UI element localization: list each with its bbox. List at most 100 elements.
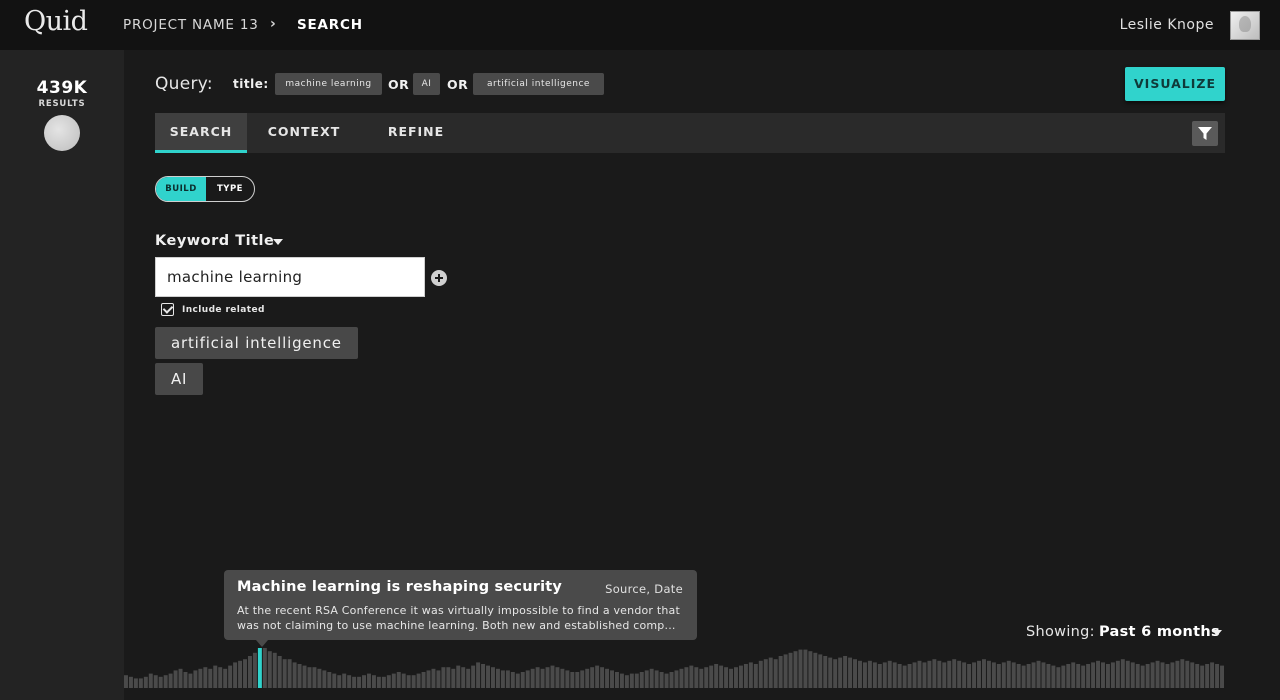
quid-logo[interactable]: Quid <box>24 6 88 37</box>
histogram-bar[interactable] <box>981 659 986 688</box>
histogram-bar[interactable] <box>282 659 287 688</box>
histogram-bar[interactable] <box>907 664 912 688</box>
histogram-bar[interactable] <box>912 662 917 688</box>
timeline-histogram[interactable] <box>124 640 1225 690</box>
histogram-bar[interactable] <box>456 665 461 688</box>
histogram-bar[interactable] <box>743 664 748 688</box>
histogram-bar[interactable] <box>461 667 466 688</box>
histogram-bar[interactable] <box>218 667 223 688</box>
histogram-bar[interactable] <box>947 660 952 688</box>
histogram-bar[interactable] <box>674 670 679 688</box>
histogram-bar[interactable] <box>610 670 614 688</box>
histogram-bar[interactable] <box>1091 662 1096 688</box>
histogram-bar[interactable] <box>629 673 634 688</box>
tooltip-title[interactable]: Machine learning is reshaping security <box>237 579 562 595</box>
histogram-bar[interactable] <box>897 664 902 688</box>
histogram-bar[interactable] <box>367 673 371 688</box>
histogram-bar[interactable] <box>877 664 882 688</box>
histogram-bar[interactable] <box>853 659 857 688</box>
histogram-bar[interactable] <box>247 656 252 688</box>
tab-refine[interactable]: REFINE <box>373 113 459 153</box>
histogram-bar[interactable] <box>332 673 337 688</box>
histogram-bar[interactable] <box>1215 664 1220 688</box>
histogram-bar[interactable] <box>724 667 729 688</box>
histogram-bar[interactable] <box>694 667 699 688</box>
histogram-bar[interactable] <box>183 672 188 688</box>
histogram-bar[interactable] <box>1061 665 1066 688</box>
histogram-bar[interactable] <box>927 660 932 688</box>
histogram-bar[interactable] <box>500 670 505 688</box>
tab-context[interactable]: CONTEXT <box>255 113 353 153</box>
query-term-chip[interactable]: AI <box>413 73 440 95</box>
histogram-bar[interactable] <box>322 670 327 688</box>
histogram-bar[interactable] <box>337 675 342 688</box>
histogram-bar[interactable] <box>277 656 282 688</box>
histogram-bar[interactable] <box>788 652 793 688</box>
histogram-bar[interactable] <box>734 667 738 688</box>
histogram-bar[interactable] <box>684 667 689 688</box>
histogram-bar[interactable] <box>520 672 525 688</box>
histogram-bar[interactable] <box>600 667 605 688</box>
histogram-bar[interactable] <box>228 665 233 688</box>
histogram-bar[interactable] <box>555 667 560 688</box>
histogram-bar[interactable] <box>357 676 362 688</box>
histogram-bar[interactable] <box>401 673 406 688</box>
histogram-bar[interactable] <box>213 665 218 688</box>
histogram-bar[interactable] <box>1066 664 1071 688</box>
user-name[interactable]: Leslie Knope <box>1120 17 1214 33</box>
histogram-bar[interactable] <box>813 652 818 688</box>
histogram-bar[interactable] <box>991 662 996 688</box>
histogram-bar-selected[interactable] <box>257 648 262 688</box>
histogram-bar[interactable] <box>996 664 1001 688</box>
histogram-bar[interactable] <box>783 654 788 688</box>
histogram-bar[interactable] <box>133 678 138 688</box>
histogram-bar[interactable] <box>525 670 530 688</box>
histogram-bar[interactable] <box>585 668 590 688</box>
histogram-bar[interactable] <box>669 672 674 688</box>
histogram-bar[interactable] <box>575 672 580 688</box>
histogram-bar[interactable] <box>659 672 664 688</box>
histogram-bar[interactable] <box>1081 665 1086 688</box>
histogram-bar[interactable] <box>550 665 555 688</box>
histogram-bar[interactable] <box>704 667 709 688</box>
histogram-bar[interactable] <box>753 664 758 688</box>
histogram-bar[interactable] <box>287 659 292 688</box>
histogram-bar[interactable] <box>862 662 867 688</box>
histogram-bar[interactable] <box>972 662 977 688</box>
histogram-bar[interactable] <box>738 665 743 688</box>
histogram-bar[interactable] <box>535 667 540 688</box>
histogram-bar[interactable] <box>1205 664 1210 688</box>
keyword-title-dropdown[interactable]: Keyword Title <box>155 233 274 249</box>
histogram-bar[interactable] <box>376 676 381 688</box>
histogram-bar[interactable] <box>654 670 659 688</box>
histogram-bar[interactable] <box>193 670 198 688</box>
histogram-bar[interactable] <box>1021 665 1026 688</box>
histogram-bar[interactable] <box>803 649 808 688</box>
histogram-bar[interactable] <box>128 676 133 688</box>
histogram-bar[interactable] <box>476 662 481 688</box>
histogram-bar[interactable] <box>441 667 446 688</box>
histogram-bar[interactable] <box>932 659 937 688</box>
histogram-bar[interactable] <box>1175 660 1180 688</box>
histogram-bar[interactable] <box>1165 664 1170 688</box>
histogram-bar[interactable] <box>1046 664 1051 688</box>
build-type-toggle[interactable]: BUILD TYPE <box>155 176 255 202</box>
histogram-bar[interactable] <box>327 672 332 688</box>
histogram-bar[interactable] <box>560 668 565 688</box>
histogram-bar[interactable] <box>977 660 981 688</box>
histogram-bar[interactable] <box>952 659 957 688</box>
histogram-bar[interactable] <box>644 670 649 688</box>
histogram-bar[interactable] <box>867 660 872 688</box>
query-term-chip[interactable]: machine learning <box>275 73 382 95</box>
histogram-bar[interactable] <box>922 662 927 688</box>
histogram-bar[interactable] <box>262 648 267 688</box>
histogram-bar[interactable] <box>1056 667 1061 688</box>
histogram-bar[interactable] <box>431 668 436 688</box>
histogram-bar[interactable] <box>872 662 877 688</box>
histogram-bar[interactable] <box>882 662 887 688</box>
histogram-bar[interactable] <box>818 654 823 688</box>
histogram-bar[interactable] <box>709 665 714 688</box>
histogram-bar[interactable] <box>138 678 143 688</box>
histogram-bar[interactable] <box>540 668 545 688</box>
histogram-bar[interactable] <box>679 668 684 688</box>
